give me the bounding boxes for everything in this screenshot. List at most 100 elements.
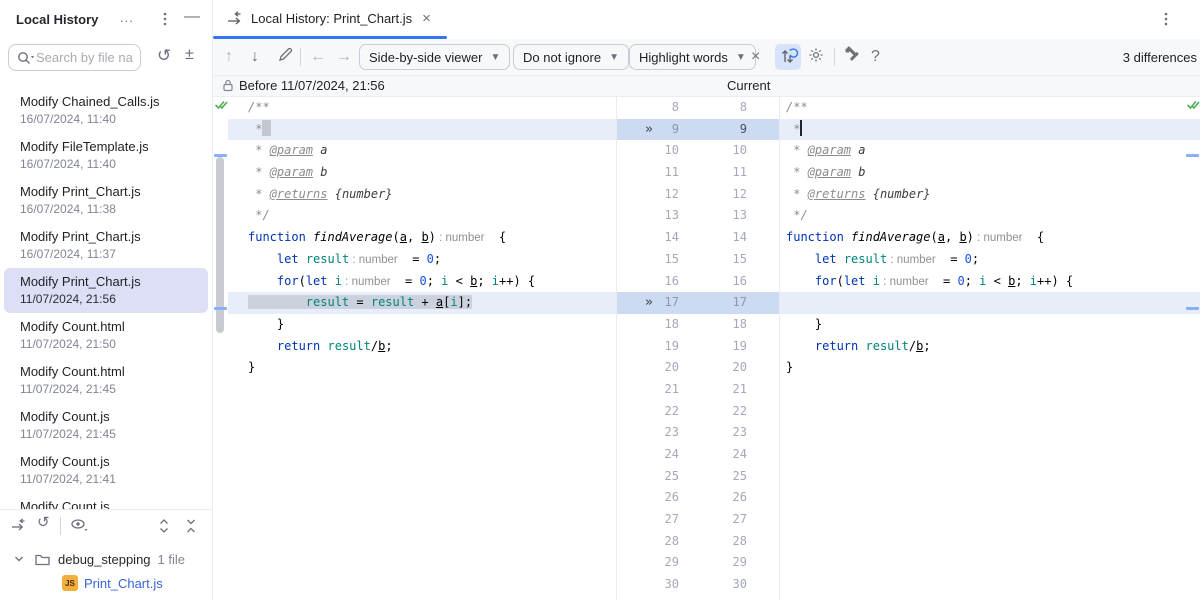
line-number-current[interactable]: 21 [733, 379, 747, 401]
code-line[interactable]: * @param b [228, 162, 616, 184]
line-number-before[interactable]: 14 [665, 227, 679, 249]
line-number-before[interactable]: 10 [665, 140, 679, 162]
gutter-row[interactable]: 1010 [617, 140, 779, 162]
code-line[interactable] [228, 379, 616, 401]
code-line[interactable]: * @param a [780, 140, 1200, 162]
goto-change-icon[interactable]: » [645, 292, 653, 314]
code-line[interactable]: * @param a [228, 140, 616, 162]
line-number-before[interactable]: 15 [665, 249, 679, 271]
line-number-current[interactable]: 27 [733, 509, 747, 531]
list-item[interactable]: Modify Print_Chart.js11/07/2024, 21:56 [4, 268, 208, 313]
hide-panel-icon[interactable]: — [184, 9, 200, 25]
gutter-row[interactable]: 88 [617, 97, 779, 119]
line-number-before[interactable]: 23 [665, 422, 679, 444]
change-marker[interactable] [1186, 307, 1199, 310]
code-line[interactable]: * @returns {number} [780, 184, 1200, 206]
line-number-before[interactable]: 25 [665, 466, 679, 488]
line-number-current[interactable]: 17 [733, 292, 747, 314]
help-icon[interactable]: ? [871, 48, 880, 66]
show-diff-icon[interactable] [10, 517, 27, 536]
code-line[interactable]: return result/b; [780, 336, 1200, 358]
gutter-row[interactable]: » 17 17 [617, 292, 779, 314]
gutter-row[interactable]: 1616 [617, 271, 779, 293]
line-number-current[interactable]: 14 [733, 227, 747, 249]
line-number-current[interactable]: 8 [740, 97, 747, 119]
sidebar-kebab-menu-icon[interactable] [158, 11, 172, 27]
code-line[interactable]: */ [228, 205, 616, 227]
line-number-current[interactable]: 9 [740, 119, 747, 141]
gutter-row[interactable]: 1818 [617, 314, 779, 336]
code-line[interactable] [228, 401, 616, 423]
gutter-row[interactable]: 2929 [617, 552, 779, 574]
list-item[interactable]: Modify FileTemplate.js16/07/2024, 11:40 [4, 133, 208, 178]
line-number-current[interactable]: 22 [733, 401, 747, 423]
line-number-current[interactable]: 18 [733, 314, 747, 336]
list-item[interactable]: Modify Print_Chart.js16/07/2024, 11:38 [4, 178, 208, 223]
gutter-row[interactable]: 1212 [617, 184, 779, 206]
code-line[interactable]: function findAverage(a, b) : number { [780, 227, 1200, 249]
change-marker[interactable] [214, 307, 227, 310]
forward-icon[interactable]: → [336, 48, 352, 66]
tab-local-history[interactable]: Local History: Print_Chart.js × [213, 0, 445, 36]
code-line[interactable]: * [780, 119, 1200, 141]
left-error-stripe[interactable] [213, 97, 228, 600]
line-number-current[interactable]: 20 [733, 357, 747, 379]
code-line[interactable]: let result : number = 0; [780, 249, 1200, 271]
code-line[interactable] [228, 531, 616, 553]
list-item[interactable]: Modify Count.js [4, 493, 208, 509]
code-line[interactable] [780, 292, 1200, 314]
code-line[interactable]: /** [228, 97, 616, 119]
expand-all-icon[interactable] [156, 517, 172, 538]
plus-minus-icon[interactable]: ± [185, 47, 194, 63]
highlight-mode-select[interactable]: Highlight words▼ [629, 44, 756, 70]
tools-icon[interactable] [843, 46, 862, 69]
code-panel-current[interactable]: /** * * @param a * @param b * @returns {… [780, 97, 1200, 600]
line-number-before[interactable]: 24 [665, 444, 679, 466]
viewer-mode-select[interactable]: Side-by-side viewer▼ [359, 44, 510, 70]
list-item[interactable]: Modify Count.html11/07/2024, 21:50 [4, 313, 208, 358]
code-line[interactable] [780, 379, 1200, 401]
collapse-all-icon[interactable] [183, 517, 199, 538]
overflow-ellipsis[interactable]: ... [120, 10, 134, 25]
revert-icon[interactable]: ↺ [157, 47, 171, 64]
gutter-row[interactable]: 2828 [617, 531, 779, 553]
code-line[interactable]: result = result + a[i]; [228, 292, 616, 314]
line-number-before[interactable]: 22 [665, 401, 679, 423]
code-line[interactable]: * @param b [780, 162, 1200, 184]
code-line[interactable]: for(let i : number = 0; i < b; i++) { [228, 271, 616, 293]
change-marker[interactable] [214, 154, 227, 157]
next-difference-icon[interactable]: ↓ [251, 48, 259, 66]
goto-change-icon[interactable]: » [645, 119, 653, 141]
code-panel-before[interactable]: /** * * @param a * @param b * @returns {… [213, 97, 617, 600]
line-number-before[interactable]: 29 [665, 552, 679, 574]
code-line[interactable] [228, 487, 616, 509]
gutter-row[interactable]: 1313 [617, 205, 779, 227]
gutter-row[interactable]: »99 [617, 119, 779, 141]
code-line[interactable] [780, 531, 1200, 553]
code-line[interactable] [228, 509, 616, 531]
gutter-row[interactable]: 2626 [617, 487, 779, 509]
code-line[interactable] [780, 444, 1200, 466]
tab-close-icon[interactable]: × [422, 10, 431, 27]
gutter-row[interactable]: 21 21 [617, 379, 779, 401]
line-number-before[interactable]: 8 [672, 97, 679, 119]
gutter-row[interactable]: 14 14 [617, 227, 779, 249]
prev-difference-icon[interactable]: ↑ [225, 48, 233, 66]
list-item[interactable]: Modify Count.js11/07/2024, 21:41 [4, 448, 208, 493]
line-number-before[interactable]: 20 [665, 357, 679, 379]
code-line[interactable]: for(let i : number = 0; i < b; i++) { [780, 271, 1200, 293]
code-line[interactable]: return result/b; [228, 336, 616, 358]
list-item[interactable]: Modify Count.js11/07/2024, 21:45 [4, 403, 208, 448]
line-number-current[interactable]: 28 [733, 531, 747, 553]
line-number-before[interactable]: 17 [665, 292, 679, 314]
sync-scroll-icon[interactable] [775, 44, 801, 70]
eye-options-icon[interactable] [70, 517, 90, 536]
line-number-current[interactable]: 25 [733, 466, 747, 488]
code-line[interactable] [780, 422, 1200, 444]
line-number-current[interactable]: 19 [733, 336, 747, 358]
line-number-before[interactable]: 12 [665, 184, 679, 206]
line-number-before[interactable]: 27 [665, 509, 679, 531]
code-line[interactable] [228, 466, 616, 488]
line-number-current[interactable]: 15 [733, 249, 747, 271]
line-number-before[interactable]: 21 [665, 379, 679, 401]
